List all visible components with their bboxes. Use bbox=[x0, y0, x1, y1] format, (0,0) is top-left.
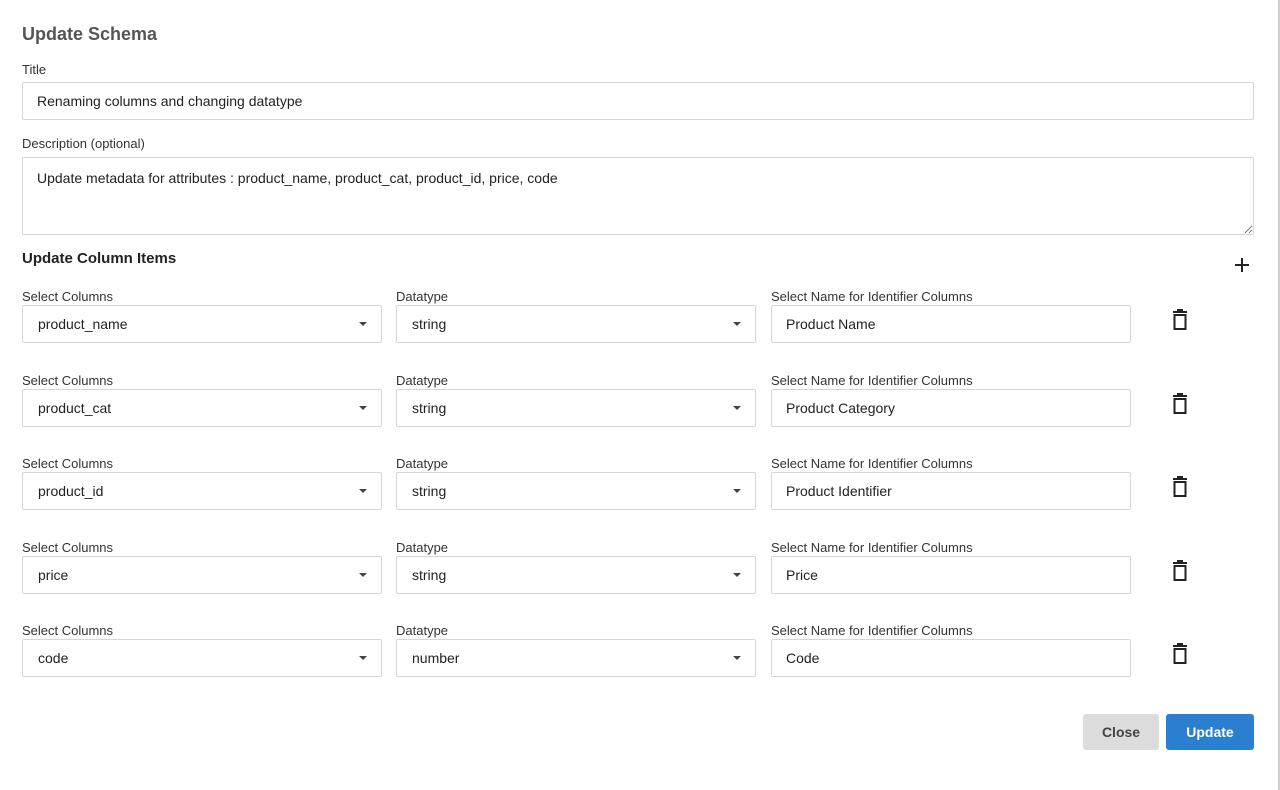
select-columns-dropdown[interactable]: price bbox=[22, 556, 382, 594]
select-columns-value: code bbox=[38, 650, 69, 666]
select-columns-label: Select Columns bbox=[22, 456, 114, 471]
select-columns-value: product_name bbox=[38, 316, 128, 332]
caret-down-icon bbox=[359, 322, 367, 326]
identifier-label: Select Name for Identifier Columns bbox=[771, 456, 973, 471]
trash-icon[interactable] bbox=[1170, 309, 1190, 331]
trash-icon[interactable] bbox=[1170, 393, 1190, 415]
trash-icon[interactable] bbox=[1170, 560, 1190, 582]
title-input[interactable] bbox=[22, 82, 1254, 120]
identifier-name-input[interactable] bbox=[771, 556, 1131, 594]
select-columns-value: product_cat bbox=[38, 400, 112, 416]
identifier-name-input[interactable] bbox=[771, 305, 1131, 343]
trash-icon[interactable] bbox=[1170, 643, 1190, 665]
description-textarea[interactable]: Update metadata for attributes : product… bbox=[22, 157, 1254, 235]
select-columns-label: Select Columns bbox=[22, 373, 114, 388]
description-label: Description (optional) bbox=[22, 136, 145, 151]
datatype-dropdown[interactable]: number bbox=[396, 639, 756, 677]
select-columns-label: Select Columns bbox=[22, 289, 114, 304]
column-item-row: Select Columns product_cat Datatype stri… bbox=[0, 373, 1280, 453]
identifier-label: Select Name for Identifier Columns bbox=[771, 623, 973, 638]
caret-down-icon bbox=[733, 489, 741, 493]
caret-down-icon bbox=[359, 406, 367, 410]
select-columns-dropdown[interactable]: product_cat bbox=[22, 389, 382, 427]
column-item-row: Select Columns product_id Datatype strin… bbox=[0, 456, 1280, 536]
datatype-dropdown[interactable]: string bbox=[396, 389, 756, 427]
column-item-row: Select Columns code Datatype number Sele… bbox=[0, 623, 1280, 703]
title-label: Title bbox=[22, 62, 47, 77]
datatype-dropdown[interactable]: string bbox=[396, 305, 756, 343]
identifier-label: Select Name for Identifier Columns bbox=[771, 373, 973, 388]
datatype-dropdown[interactable]: string bbox=[396, 556, 756, 594]
select-columns-label: Select Columns bbox=[22, 623, 114, 638]
section-title: Update Column Items bbox=[22, 250, 177, 267]
caret-down-icon bbox=[359, 573, 367, 577]
caret-down-icon bbox=[359, 489, 367, 493]
column-item-row: Select Columns product_name Datatype str… bbox=[0, 289, 1280, 369]
caret-down-icon bbox=[733, 573, 741, 577]
identifier-label: Select Name for Identifier Columns bbox=[771, 540, 973, 555]
datatype-label: Datatype bbox=[396, 623, 449, 638]
select-columns-value: price bbox=[38, 567, 69, 583]
datatype-value: string bbox=[412, 567, 447, 583]
close-button[interactable]: Close bbox=[1083, 714, 1159, 750]
identifier-name-input[interactable] bbox=[771, 389, 1131, 427]
select-columns-dropdown[interactable]: product_id bbox=[22, 472, 382, 510]
datatype-label: Datatype bbox=[396, 456, 449, 471]
select-columns-label: Select Columns bbox=[22, 540, 114, 555]
datatype-value: string bbox=[412, 483, 447, 499]
select-columns-value: product_id bbox=[38, 483, 104, 499]
page-title: Update Schema bbox=[22, 24, 158, 44]
identifier-name-input[interactable] bbox=[771, 472, 1131, 510]
plus-icon[interactable] bbox=[1230, 253, 1254, 277]
datatype-label: Datatype bbox=[396, 540, 449, 555]
caret-down-icon bbox=[733, 406, 741, 410]
select-columns-dropdown[interactable]: product_name bbox=[22, 305, 382, 343]
datatype-label: Datatype bbox=[396, 373, 449, 388]
datatype-value: string bbox=[412, 400, 447, 416]
caret-down-icon bbox=[359, 656, 367, 660]
identifier-label: Select Name for Identifier Columns bbox=[771, 289, 973, 304]
caret-down-icon bbox=[733, 656, 741, 660]
select-columns-dropdown[interactable]: code bbox=[22, 639, 382, 677]
column-item-row: Select Columns price Datatype string Sel… bbox=[0, 540, 1280, 620]
datatype-value: number bbox=[412, 650, 460, 666]
trash-icon[interactable] bbox=[1170, 476, 1190, 498]
datatype-value: string bbox=[412, 316, 447, 332]
datatype-dropdown[interactable]: string bbox=[396, 472, 756, 510]
datatype-label: Datatype bbox=[396, 289, 449, 304]
identifier-name-input[interactable] bbox=[771, 639, 1131, 677]
update-button[interactable]: Update bbox=[1166, 714, 1254, 750]
caret-down-icon bbox=[733, 322, 741, 326]
